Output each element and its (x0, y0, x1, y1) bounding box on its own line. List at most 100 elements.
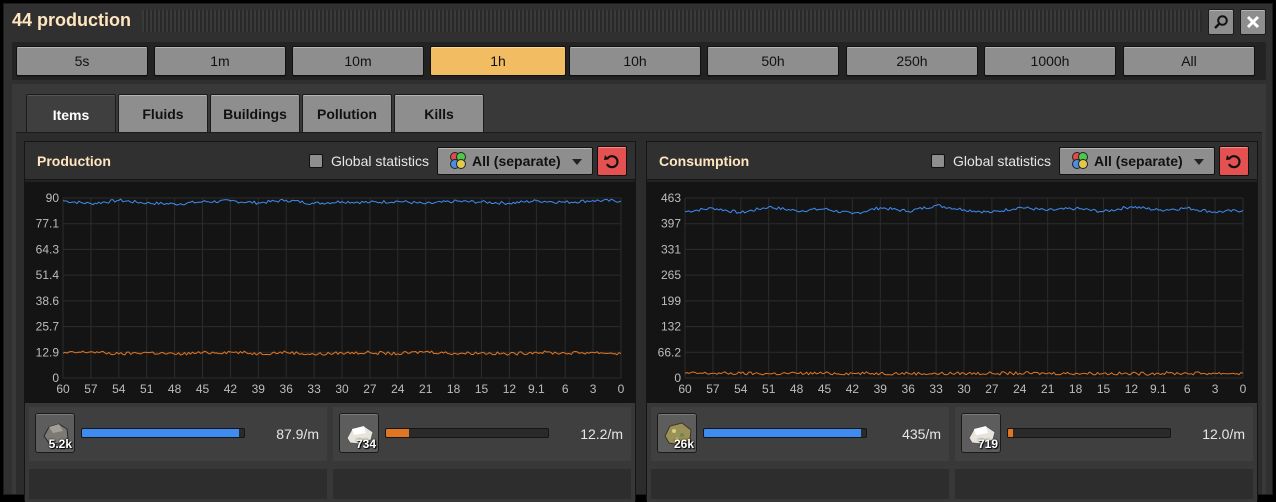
production-chart: 60 57 54 51 48 45 42 39 36 33 30 27 24 21 18 15 12 9.1 6 3 0… (36, 191, 625, 396)
consumption-global-label: Global statistics (953, 153, 1052, 169)
sulfur-ore-rate-bar (703, 428, 867, 438)
production-y-tick: 64.3 (36, 242, 60, 256)
consumption-item-stone-brick[interactable]: 719 12.0/m (955, 407, 1253, 461)
stone-slot[interactable]: 5.2k (35, 413, 75, 453)
stone-count: 5.2k (48, 437, 72, 451)
sulfur-ore-rate: 435/m (902, 426, 941, 442)
close-button[interactable] (1240, 9, 1266, 35)
production-empty-cell (333, 469, 631, 499)
consumption-x-tick: 30 (957, 382, 971, 396)
production-y-tick: 38.6 (36, 294, 60, 308)
sulfur-ore-rate-bar-fill (704, 429, 862, 437)
consumption-y-tick: 397 (661, 217, 681, 231)
consumption-global-checkbox[interactable] (931, 154, 945, 168)
time-button-50h[interactable]: 50h (707, 46, 839, 76)
production-x-tick: 21 (419, 382, 433, 396)
consumption-empty-cell (955, 469, 1253, 499)
consumption-x-tick: 48 (790, 382, 804, 396)
tab-kills[interactable]: Kills (394, 94, 484, 132)
tab-pollution[interactable]: Pollution (302, 94, 392, 132)
consumption-x-tick: 6 (1184, 382, 1191, 396)
consumption-header: Consumption Global statistics All (separ… (647, 142, 1257, 180)
consumption-x-tick: 3 (1212, 382, 1219, 396)
consumption-filter-label: All (separate) (1094, 153, 1183, 169)
consumption-reset-button[interactable] (1219, 146, 1249, 176)
production-window: 44 production 5s 1m 10m 1h 10h 50h 250h … (3, 3, 1273, 502)
time-button-1000h[interactable]: 1000h (984, 46, 1116, 76)
time-button-10m[interactable]: 10m (292, 46, 424, 76)
consumption-y-tick: 132 (661, 320, 681, 334)
consumption-y-tick: 265 (661, 268, 681, 282)
production-item-stone-brick[interactable]: 734 12.2/m (333, 407, 631, 461)
consumption-x-tick: 57 (706, 382, 720, 396)
production-x-tick: 12 (503, 382, 517, 396)
production-header: Production Global statistics All (separa… (25, 142, 635, 180)
sulfur-ore-slot[interactable]: 26k (657, 413, 697, 453)
production-x-tick: 18 (447, 382, 461, 396)
stone-brick-rate-bar-fill (1008, 429, 1013, 437)
consumption-x-tick: 21 (1041, 382, 1055, 396)
consumption-panel: Consumption Global statistics All (separ… (646, 141, 1258, 502)
production-x-tick: 3 (590, 382, 597, 396)
consumption-filter-dropdown[interactable]: All (separate) (1059, 147, 1215, 175)
production-x-tick: 0 (618, 382, 625, 396)
consumption-x-tick: 39 (874, 382, 888, 396)
production-legend: 5.2k 87.9/m 734 12.2/m (25, 402, 635, 502)
consumption-y-tick: 331 (661, 242, 681, 256)
consumption-x-tick: 15 (1097, 382, 1111, 396)
production-x-tick: 30 (335, 382, 349, 396)
search-button[interactable] (1208, 9, 1234, 35)
stone-brick-count: 719 (977, 437, 998, 451)
stone-brick-rate: 12.0/m (1202, 426, 1245, 442)
consumption-x-tick: 51 (762, 382, 776, 396)
stone-brick-rate-bar-fill (386, 429, 409, 437)
consumption-x-tick: 27 (985, 382, 999, 396)
time-button-1m[interactable]: 1m (154, 46, 286, 76)
production-chart-area: 60 57 54 51 48 45 42 39 36 33 30 27 24 21 18 15 12 9.1 6 3 0… (25, 182, 635, 402)
production-global-label: Global statistics (331, 153, 430, 169)
stone-rate-bar (81, 428, 245, 438)
stone-brick-slot[interactable]: 719 (961, 413, 1001, 453)
production-filter-dropdown[interactable]: All (separate) (437, 147, 593, 175)
production-x-tick: 24 (391, 382, 405, 396)
reset-icon (604, 155, 619, 169)
title-drag-handle[interactable] (142, 10, 1202, 32)
reset-icon (1226, 155, 1241, 169)
stone-brick-slot[interactable]: 734 (339, 413, 379, 453)
production-empty-cell (29, 469, 327, 499)
consumption-y-tick: 199 (661, 294, 681, 308)
production-global-checkbox[interactable] (309, 154, 323, 168)
production-y-tick: 25.7 (36, 320, 60, 334)
time-button-1h[interactable]: 1h (430, 46, 566, 76)
consumption-chart-area: 60 57 54 51 48 45 42 39 36 33 30 27 24 21 18 15 12 9.1 6 3 0… (647, 182, 1257, 402)
stone-rate-bar-fill (82, 429, 240, 437)
production-x-tick: 54 (112, 382, 126, 396)
consumption-x-tick: 24 (1013, 382, 1027, 396)
production-filter-label: All (separate) (472, 153, 561, 169)
production-reset-button[interactable] (597, 146, 627, 176)
production-x-tick: 51 (140, 382, 154, 396)
tab-items[interactable]: Items (26, 94, 116, 134)
production-x-tick: 27 (363, 382, 377, 396)
time-button-250h[interactable]: 250h (846, 46, 978, 76)
tab-buildings[interactable]: Buildings (210, 94, 300, 132)
item-groups-icon (1072, 152, 1088, 169)
production-panel: Production Global statistics All (separa… (24, 141, 636, 502)
consumption-x-tick: 45 (818, 382, 832, 396)
tab-fluids[interactable]: Fluids (118, 94, 208, 132)
time-button-10h[interactable]: 10h (569, 46, 701, 76)
consumption-item-sulfur-ore[interactable]: 26k 435/m (651, 407, 949, 461)
consumption-x-tick: 54 (734, 382, 748, 396)
consumption-x-tick: 36 (902, 382, 916, 396)
search-icon (1214, 15, 1228, 29)
consumption-x-tick: 42 (846, 382, 860, 396)
consumption-x-tick: 18 (1069, 382, 1083, 396)
production-x-tick: 33 (307, 382, 321, 396)
production-item-stone[interactable]: 5.2k 87.9/m (29, 407, 327, 461)
production-y-tick: 90 (46, 191, 60, 205)
production-y-tick: 51.4 (36, 268, 60, 282)
title-bar[interactable]: 44 production (4, 4, 1272, 38)
consumption-x-tick: 12 (1125, 382, 1139, 396)
time-button-5s[interactable]: 5s (16, 46, 148, 76)
time-button-all[interactable]: All (1123, 46, 1255, 76)
